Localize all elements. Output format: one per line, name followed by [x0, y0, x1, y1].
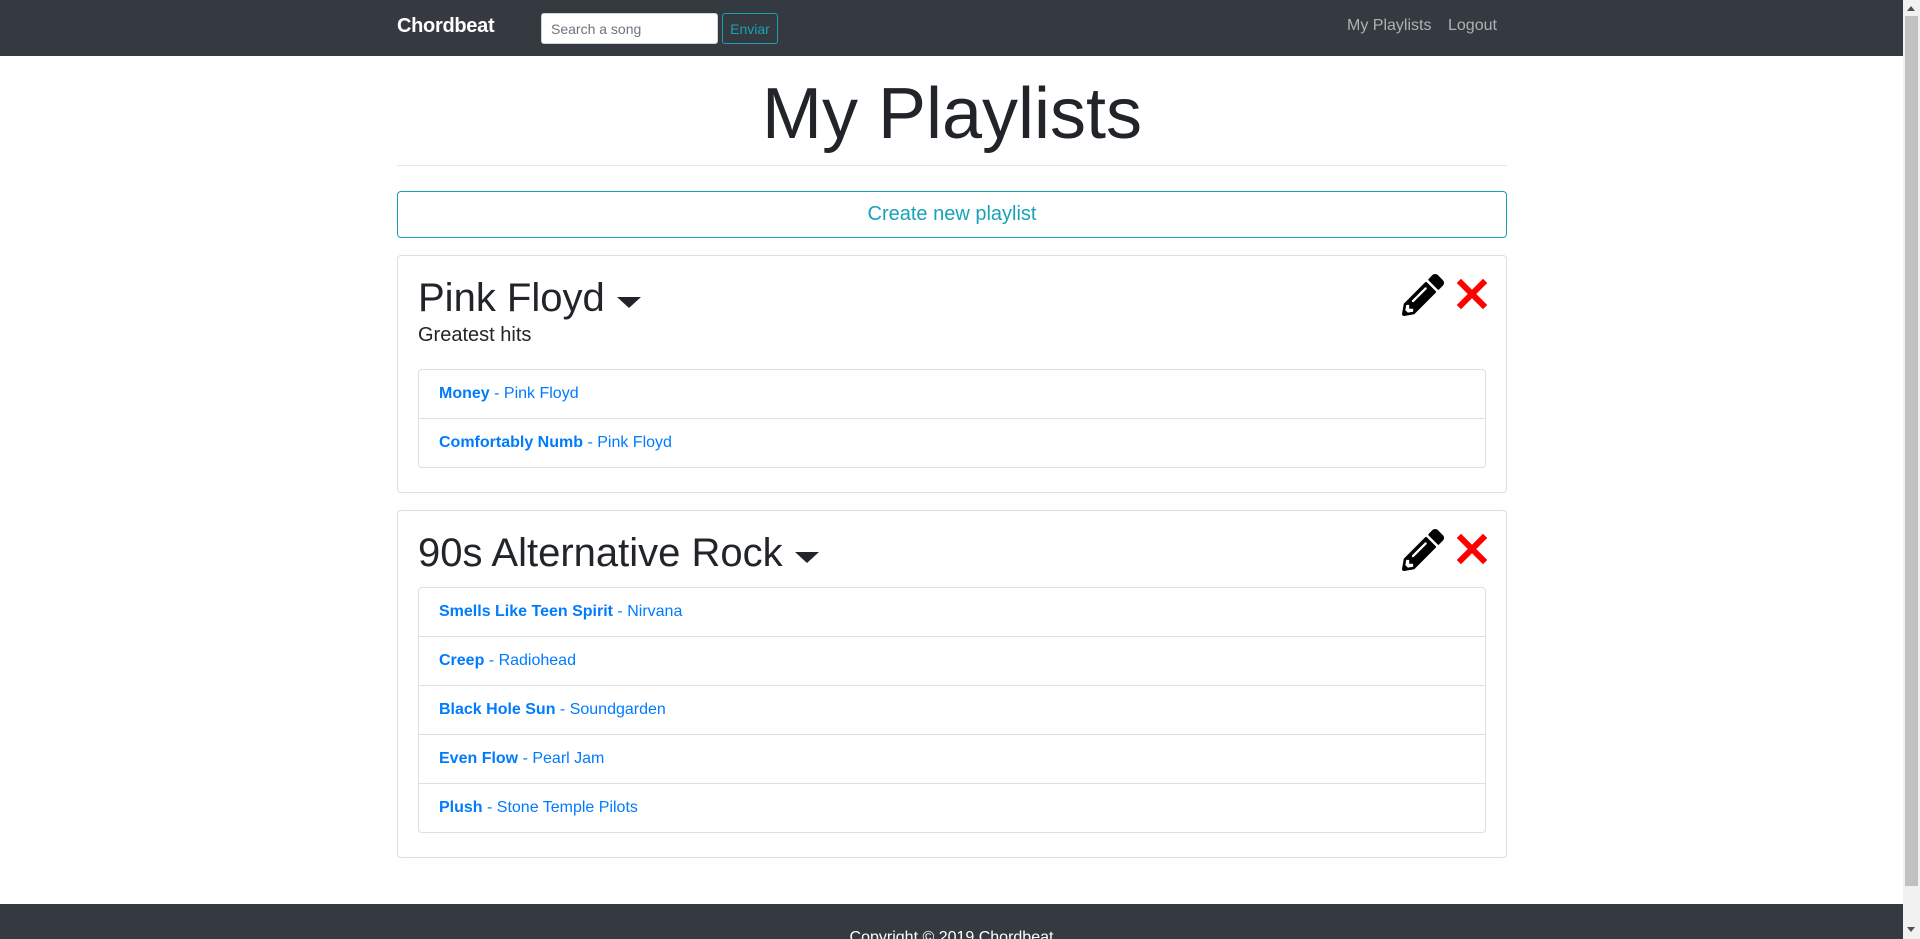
- song-list: Smells Like Teen Spirit - Nirvana Creep …: [418, 587, 1486, 833]
- page-viewport: Chordbeat Enviar My Playlists Logout My …: [0, 0, 1903, 939]
- scroll-down-icon[interactable]: [1907, 927, 1915, 932]
- footer-copyright: Copyright © 2019 Chordbeat: [849, 929, 1054, 939]
- song-artist[interactable]: Radiohead: [499, 652, 576, 669]
- scrollbar-thumb[interactable]: [1905, 16, 1918, 886]
- song-list-item[interactable]: Creep - Radiohead: [418, 636, 1486, 686]
- playlist-card: 90s Alternative Rock Smells Like Teen Sp…: [397, 510, 1507, 858]
- song-list-item[interactable]: Plush - Stone Temple Pilots: [418, 783, 1486, 833]
- page-title: My Playlists: [761, 74, 1143, 154]
- song-separator: -: [518, 750, 533, 767]
- song-title[interactable]: Smells Like Teen Spirit: [439, 603, 613, 620]
- footer: Copyright © 2019 Chordbeat: [0, 904, 1903, 939]
- nav-logout-link[interactable]: Logout: [1448, 17, 1497, 35]
- song-title[interactable]: Black Hole Sun: [439, 701, 555, 718]
- nav-my-playlists-link[interactable]: My Playlists: [1347, 17, 1431, 35]
- song-artist[interactable]: Pearl Jam: [532, 750, 604, 767]
- search-submit-button[interactable]: Enviar: [722, 13, 778, 44]
- pencil-icon[interactable]: [1402, 529, 1444, 571]
- vertical-scrollbar[interactable]: [1903, 0, 1920, 939]
- song-title[interactable]: Even Flow: [439, 750, 518, 767]
- song-separator: -: [555, 701, 570, 718]
- song-list-item[interactable]: Money - Pink Floyd: [418, 369, 1486, 419]
- scroll-up-icon[interactable]: [1907, 6, 1915, 11]
- song-list-item[interactable]: Comfortably Numb - Pink Floyd: [418, 418, 1486, 468]
- search-input[interactable]: [541, 13, 718, 44]
- song-separator: -: [583, 434, 598, 451]
- song-list-item[interactable]: Even Flow - Pearl Jam: [418, 734, 1486, 784]
- song-artist[interactable]: Nirvana: [627, 603, 682, 620]
- playlist-name: 90s Alternative Rock: [418, 531, 783, 575]
- song-title[interactable]: Creep: [439, 652, 484, 669]
- song-artist[interactable]: Soundgarden: [570, 701, 666, 718]
- navbar: Chordbeat Enviar My Playlists Logout: [0, 0, 1903, 56]
- song-separator: -: [612, 603, 628, 620]
- song-artist[interactable]: Pink Floyd: [504, 385, 579, 402]
- playlist-header[interactable]: 90s Alternative Rock: [418, 529, 819, 577]
- song-list-item[interactable]: Smells Like Teen Spirit - Nirvana: [418, 587, 1486, 637]
- close-icon[interactable]: [1456, 278, 1488, 310]
- song-artist[interactable]: Stone Temple Pilots: [497, 799, 638, 816]
- song-artist[interactable]: Pink Floyd: [597, 434, 672, 451]
- caret-down-icon[interactable]: [616, 296, 641, 308]
- song-title[interactable]: Money: [439, 385, 490, 402]
- create-playlist-button[interactable]: Create new playlist: [397, 191, 1507, 238]
- playlist-description: Greatest hits: [418, 324, 532, 346]
- song-list-item[interactable]: Black Hole Sun - Soundgarden: [418, 685, 1486, 735]
- caret-down-icon[interactable]: [794, 551, 819, 563]
- playlist-card: Pink Floyd Greatest hits Money - Pink Fl…: [397, 255, 1507, 493]
- brand-logo[interactable]: Chordbeat: [397, 15, 495, 38]
- close-icon[interactable]: [1456, 533, 1488, 565]
- song-separator: -: [482, 799, 497, 816]
- song-separator: -: [489, 385, 504, 402]
- song-title[interactable]: Comfortably Numb: [439, 434, 583, 451]
- song-list: Money - Pink Floyd Comfortably Numb - Pi…: [418, 369, 1486, 468]
- pencil-icon[interactable]: [1402, 274, 1444, 316]
- playlist-name: Pink Floyd: [418, 276, 605, 320]
- song-title[interactable]: Plush: [439, 799, 483, 816]
- song-separator: -: [484, 652, 499, 669]
- playlist-header[interactable]: Pink Floyd: [418, 274, 641, 322]
- title-divider: [397, 165, 1507, 166]
